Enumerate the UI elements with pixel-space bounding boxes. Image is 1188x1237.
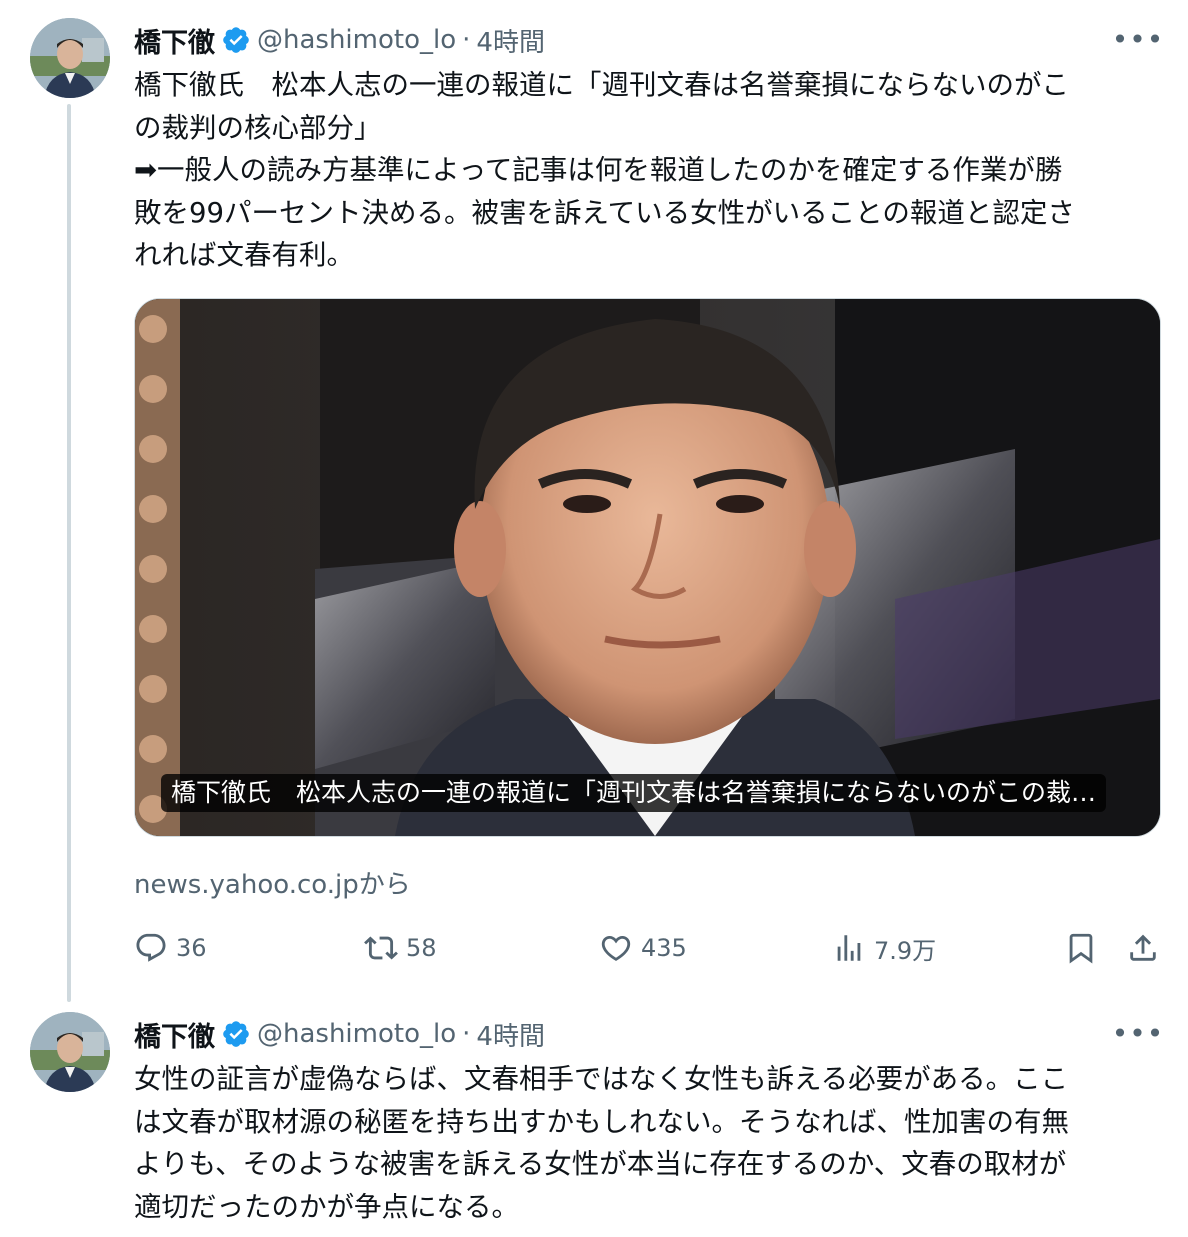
separator-dot: ·	[462, 25, 471, 55]
tweet-text-line: 女性の証言が虚偽ならば、文春相手ではなく女性も訴える必要がある。ここ	[134, 1063, 1069, 1095]
tweet-text-line: れれば文春有利。	[134, 239, 354, 271]
tweet-timestamp[interactable]: 4時間	[476, 1016, 545, 1053]
tweet-text-line: 橋下徹氏 松本人志の一連の報道に「週刊文春は名誉棄損にならないのがこ	[134, 69, 1069, 101]
author-handle[interactable]: @hashimoto_lo	[257, 1019, 456, 1049]
share-icon	[1130, 934, 1156, 961]
tweet-header: 橋下徹 @hashimoto_lo · 4時間	[134, 18, 545, 62]
repost-button[interactable]: 58	[364, 926, 437, 970]
verified-badge-icon	[223, 1021, 249, 1047]
views-count: 7.9万	[874, 936, 937, 965]
reply-icon	[136, 933, 166, 962]
author-name[interactable]: 橋下徹	[134, 1015, 215, 1054]
thread-connector-line	[67, 104, 71, 1002]
like-count: 435	[641, 934, 687, 962]
tweet-text: 橋下徹氏 松本人志の一連の報道に「週刊文春は名誉棄損にならないのがこ の裁判の核…	[134, 64, 1164, 277]
like-button[interactable]: 435	[599, 926, 687, 970]
tweet-actions: 36 58 435 7.9万	[134, 926, 1164, 970]
reply-count: 36	[176, 934, 207, 962]
tweet-thread: 橋下徹 @hashimoto_lo · 4時間 ••• 橋下徹氏 松本人志の一連…	[0, 0, 1188, 1237]
views-icon	[837, 935, 861, 961]
like-icon	[601, 935, 631, 961]
tweet-header: 橋下徹 @hashimoto_lo · 4時間	[134, 1012, 545, 1056]
repost-icon	[364, 936, 398, 960]
tweet-text-line: 敗を99パーセント決める。被害を訴えている女性がいることの報道と認定さ	[134, 196, 1075, 229]
more-options-button[interactable]: •••	[1112, 1017, 1164, 1050]
avatar[interactable]	[30, 18, 110, 98]
tweet-timestamp[interactable]: 4時間	[476, 22, 545, 59]
views-button[interactable]: 7.9万	[832, 926, 936, 970]
tweet-text-line: 適切だったのかが争点になる。	[134, 1190, 519, 1223]
author-name[interactable]: 橋下徹	[134, 21, 215, 60]
reply-button[interactable]: 36	[134, 926, 207, 970]
avatar[interactable]	[30, 1012, 110, 1092]
link-source[interactable]: news.yahoo.co.jpから	[134, 864, 411, 901]
bookmark-button[interactable]	[1064, 926, 1106, 970]
link-card-image[interactable]: 橋下徹氏 松本人志の一連の報道に「週刊文春は名誉棄損にならないのがこの裁…	[134, 298, 1161, 837]
repost-count: 58	[406, 934, 437, 962]
author-handle[interactable]: @hashimoto_lo	[257, 25, 456, 55]
bookmark-icon	[1069, 933, 1093, 964]
tweet-text-line: の裁判の核心部分」	[134, 111, 382, 144]
separator-dot: ·	[462, 1019, 471, 1049]
tweet-text: 女性の証言が虚偽ならば、文春相手ではなく女性も訴える必要がある。ここ は文春が取…	[134, 1058, 1164, 1228]
tweet-text-line: は文春が取材源の秘匿を持ち出すかもしれない。そうなれば、性加害の有無	[134, 1105, 1069, 1138]
media-caption[interactable]: 橋下徹氏 松本人志の一連の報道に「週刊文春は名誉棄損にならないのがこの裁…	[161, 774, 1107, 812]
more-options-button[interactable]: •••	[1112, 23, 1164, 56]
tweet-text-line: よりも、そのような被害を訴える女性が本当に存在するのか、文春の取材が	[134, 1148, 1067, 1180]
verified-badge-icon	[223, 27, 249, 53]
tweet-text-line: ➡一般人の読み方基準によって記事は何を報道したのかを確定する作業が勝	[134, 154, 1063, 186]
news-photo	[135, 299, 1160, 836]
share-button[interactable]	[1126, 926, 1168, 970]
